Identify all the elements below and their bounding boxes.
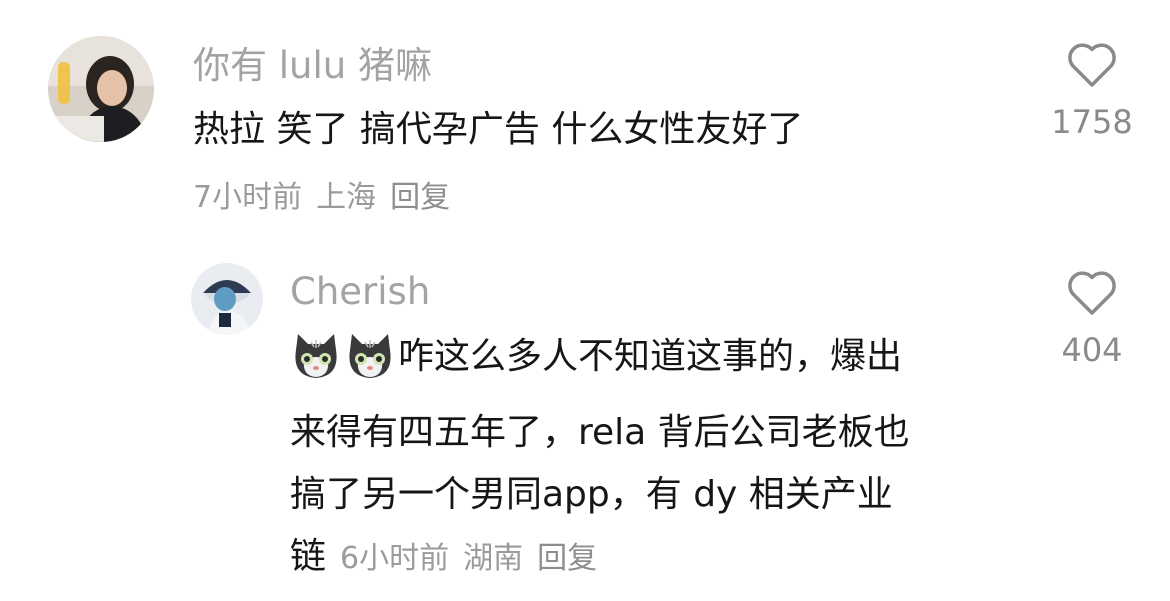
reply-location: 湖南 (463, 541, 524, 576)
avatar[interactable] (191, 263, 263, 335)
comment-like-button[interactable]: 1758 (1046, 40, 1138, 142)
cat-emoji-icon (290, 330, 342, 402)
reply-button[interactable]: 回复 (537, 541, 597, 576)
avatar[interactable] (48, 36, 154, 142)
heart-outline-icon[interactable] (1066, 268, 1118, 316)
cat-emoji-icon (344, 330, 396, 402)
heart-outline-icon[interactable] (1066, 40, 1118, 88)
reply-text: 咋这么多人不知道这事的，爆出 来得有四五年了，rela 背后公司老板也 搞了另一… (290, 326, 910, 588)
reply-text-line: 搞了另一个男同app，有 dy 相关产业 (290, 474, 893, 515)
comment-meta: 7小时前 上海 回复 (193, 178, 464, 218)
comment-username[interactable]: 你有 lulu 猪嘛 (193, 44, 432, 88)
reply-username[interactable]: Cherish (290, 270, 430, 314)
reply-text-line: 链 6小时前 湖南 回复 (290, 526, 910, 588)
comment-location: 上海 (316, 180, 377, 215)
reply-text-line: 来得有四五年了，rela 背后公司老板也 (290, 412, 910, 453)
reply-button[interactable]: 回复 (390, 180, 450, 215)
comment-time: 7小时前 (193, 180, 303, 215)
reply-text-line: 咋这么多人不知道这事的，爆出 (290, 326, 910, 402)
reply-time: 6小时前 (340, 541, 450, 576)
reply-meta: 6小时前 湖南 回复 (340, 541, 611, 576)
like-count: 1758 (1051, 103, 1133, 141)
reply-like-button[interactable]: 404 (1046, 268, 1138, 370)
comment-text: 热拉 笑了 搞代孕广告 什么女性友好了 (193, 109, 804, 150)
like-count: 404 (1061, 331, 1123, 369)
reply-text-segment: 咋这么多人不知道这事的，爆出 (398, 336, 903, 377)
reply-text-segment: 链 (290, 536, 327, 577)
